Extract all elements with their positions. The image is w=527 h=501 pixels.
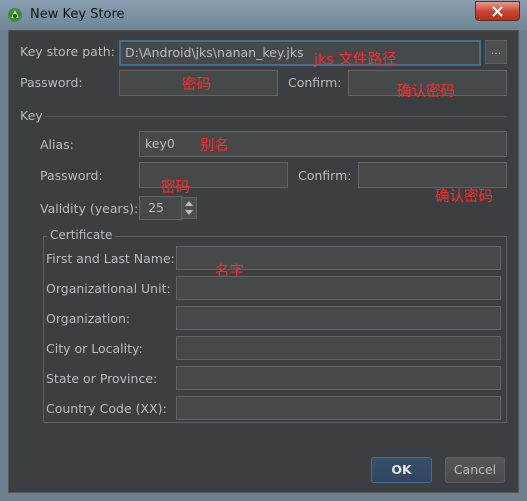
organization-input[interactable] xyxy=(176,306,501,330)
annotation-key-password: 密码 xyxy=(161,180,190,196)
city-locality-label: City or Locality: xyxy=(46,341,143,356)
keystore-password-label: Password: xyxy=(20,75,83,90)
browse-button[interactable]: ... xyxy=(485,40,507,64)
key-section-heading: Key xyxy=(20,108,43,123)
annotation-alias: 别名 xyxy=(200,138,229,154)
title-bar[interactable]: New Key Store xyxy=(0,0,527,30)
validity-input[interactable]: 25 xyxy=(139,196,183,220)
certificate-legend: Certificate xyxy=(47,228,116,242)
new-key-store-dialog: New Key Store Key store path: D:\Android… xyxy=(0,0,527,501)
key-store-path-label: Key store path: xyxy=(20,44,115,59)
dialog-content: Key store path: D:\Android\jks\nanan_key… xyxy=(8,30,519,493)
android-studio-icon xyxy=(8,8,22,22)
annotation-password: 密码 xyxy=(182,77,211,93)
close-button[interactable] xyxy=(475,1,520,21)
organizational-unit-label: Organizational Unit: xyxy=(46,281,171,296)
key-store-path-input[interactable]: D:\Android\jks\nanan_key.jks xyxy=(119,40,481,66)
keystore-confirm-label: Confirm: xyxy=(288,75,342,90)
city-locality-input[interactable] xyxy=(176,336,501,360)
annotation-jks-path: jks 文件路径 xyxy=(314,52,397,68)
state-province-label: State or Province: xyxy=(46,371,158,386)
ok-button[interactable]: OK xyxy=(371,457,432,483)
state-province-input[interactable] xyxy=(176,366,501,390)
alias-label: Alias: xyxy=(40,137,74,152)
cancel-button[interactable]: Cancel xyxy=(445,457,505,483)
spinner-arrows-icon xyxy=(185,201,193,215)
key-section-divider xyxy=(45,116,507,117)
validity-label: Validity (years): xyxy=(40,201,139,216)
window-title: New Key Store xyxy=(30,7,125,22)
organizational-unit-input[interactable] xyxy=(176,276,501,300)
key-confirm-label: Confirm: xyxy=(298,168,352,183)
first-last-name-label: First and Last Name: xyxy=(46,251,175,266)
country-code-input[interactable] xyxy=(176,396,501,420)
alias-input[interactable]: key0 xyxy=(139,131,507,157)
key-password-label: Password: xyxy=(40,168,103,183)
annotation-confirm-password: 确认密码 xyxy=(397,84,455,100)
organization-label: Organization: xyxy=(46,311,131,326)
close-icon xyxy=(492,6,503,17)
country-code-label: Country Code (XX): xyxy=(46,401,167,416)
annotation-key-confirm: 确认密码 xyxy=(435,189,493,205)
validity-spinner[interactable] xyxy=(181,197,197,219)
